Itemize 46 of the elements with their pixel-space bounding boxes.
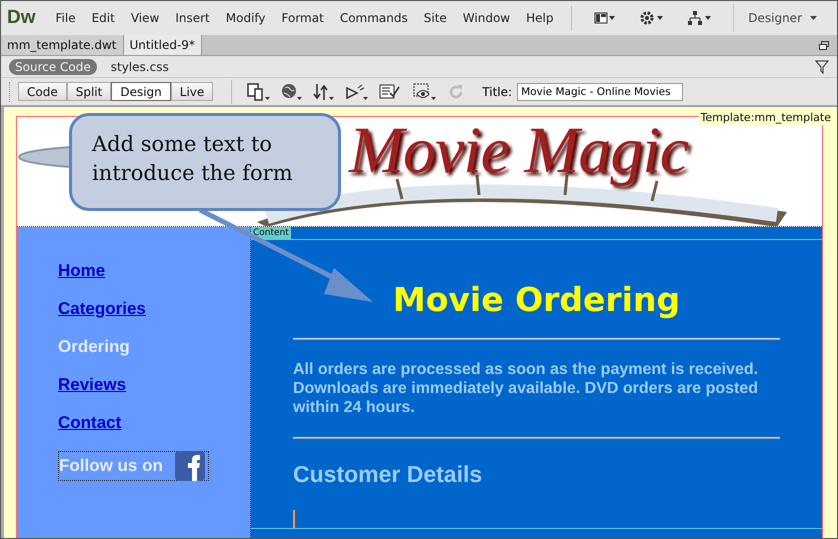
view-button[interactable]: Live [170,82,214,102]
view-button[interactable]: Code [18,82,67,102]
nav-link[interactable]: Home [58,261,106,282]
intro-paragraph: All orders are processed as soon as the payment is received. Downloads are immediately available. DVD orders are posted within 24 hours. [293,360,760,418]
menu-item[interactable]: Modify [218,11,274,26]
nav-link[interactable]: Reviews [58,375,126,396]
text-cursor [293,510,295,528]
nav-link[interactable]: Categories [58,299,146,320]
facebook-icon[interactable] [174,451,205,482]
follow-text: Follow us on [59,456,163,476]
eye-icon[interactable] [413,82,438,102]
logo-title: Movie Magic [349,117,688,190]
restore-icon[interactable] [819,40,829,50]
view-button[interactable]: Split [66,82,112,102]
title-label: Title: [482,84,512,99]
menu-item[interactable]: Help [518,11,562,26]
layout-icon[interactable] [594,12,616,24]
menu-item[interactable]: File [48,11,84,26]
menu-item[interactable]: Format [274,11,332,26]
menu-item[interactable]: Edit [84,11,123,26]
document-tab[interactable]: mm_template.dwt [1,35,124,56]
app-logo: Dw [7,7,36,30]
section-heading: Customer Details [293,461,484,488]
nav-link[interactable]: Contact [58,413,122,434]
view-button[interactable]: Design [111,82,171,102]
menu-item[interactable]: Site [416,11,455,26]
menu-item[interactable]: Window [454,11,518,26]
filter-icon[interactable] [815,60,829,74]
settings-icon[interactable] [640,11,664,26]
caret-icon[interactable] [810,16,817,20]
document-tab[interactable]: Untitled-9* [124,35,202,56]
related-file[interactable]: styles.css [104,58,175,75]
device-preview-icon[interactable] [247,82,272,102]
region-tag: Content [251,227,291,240]
menu-item[interactable]: View [122,11,168,26]
title-field[interactable]: Movie Magic - Online Movies [517,82,684,101]
workspace-switcher[interactable]: Designer [733,4,831,32]
callout-bubble: Add some text to introduce the form [69,113,341,211]
related-file[interactable]: Source Code [9,58,97,75]
template-label: Template:mm_template [698,110,833,126]
globe-icon[interactable] [281,82,304,102]
menu-item[interactable]: Commands [332,11,416,26]
page-heading: Movie Ordering [392,280,682,320]
site-tree-icon[interactable] [688,11,712,26]
menu-item[interactable]: Insert [167,11,218,26]
transfer-arrows-icon[interactable] [313,82,336,102]
